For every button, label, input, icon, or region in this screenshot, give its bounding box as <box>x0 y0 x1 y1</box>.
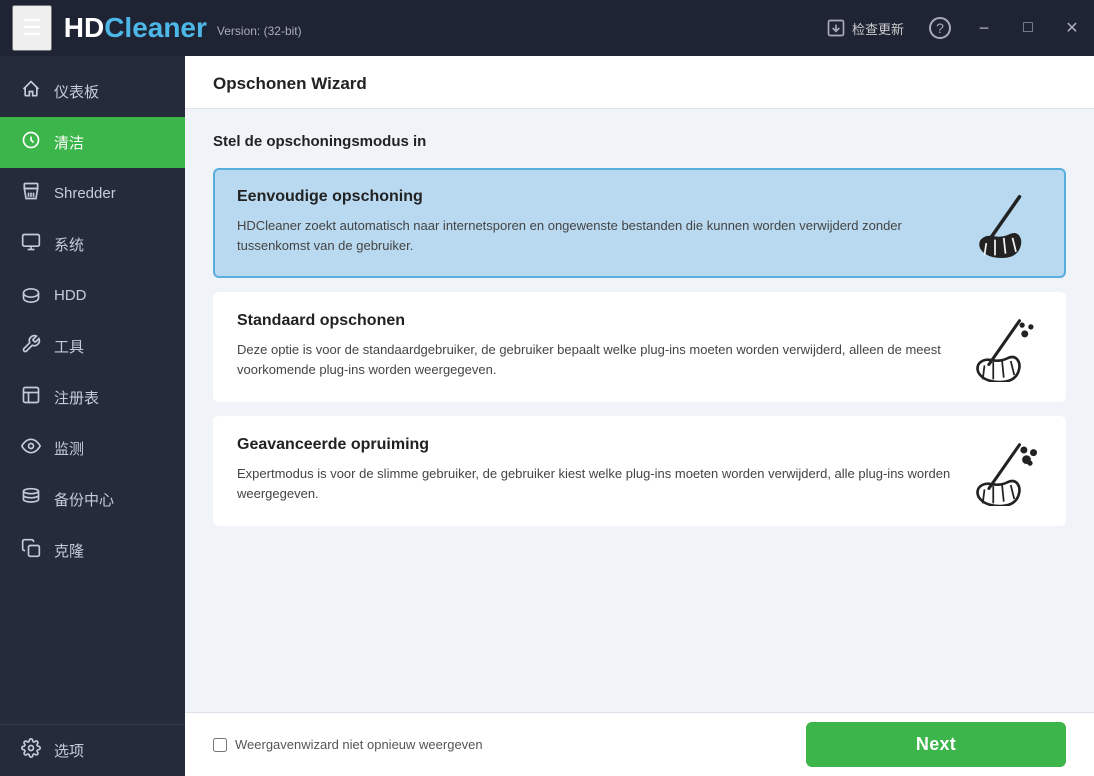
option-card-simple-text: Eenvoudige opschoning HDCleaner zoekt au… <box>237 188 962 255</box>
sidebar-item-clone[interactable]: 克隆 <box>0 525 185 576</box>
menu-button[interactable]: ☰ <box>12 5 52 51</box>
eye-icon <box>20 436 42 461</box>
main-content: Opschonen Wizard Stel de opschoningsmodu… <box>185 56 1094 776</box>
option-card-standard-text: Standaard opschonen Deze optie is voor d… <box>237 312 962 379</box>
sidebar-item-shredder[interactable]: Shredder <box>0 168 185 219</box>
sidebar-label-clean: 清洁 <box>54 132 84 153</box>
maximize-icon: □ <box>1023 19 1033 37</box>
option-advanced-desc: Expertmodus is voor de slimme gebruiker,… <box>237 464 952 503</box>
option-card-advanced-text: Geavanceerde opruiming Expertmodus is vo… <box>237 436 962 503</box>
broom-advanced-icon <box>962 436 1042 506</box>
close-button[interactable]: ✕ <box>1050 0 1094 56</box>
update-label: 检查更新 <box>852 19 904 38</box>
sidebar-item-tools[interactable]: 工具 <box>0 321 185 372</box>
dont-show-label: Weergavenwizard niet opnieuw weergeven <box>235 737 483 752</box>
dont-show-checkbox[interactable] <box>213 738 227 752</box>
hdd-icon <box>20 283 42 308</box>
sidebar-item-options[interactable]: 选项 <box>0 725 185 776</box>
sidebar-label-backup: 备份中心 <box>54 489 114 510</box>
page-title: Opschonen Wizard <box>213 74 1066 94</box>
option-advanced-title: Geavanceerde opruiming <box>237 436 952 454</box>
sidebar-label-hdd: HDD <box>54 287 87 304</box>
clone-icon <box>20 538 42 563</box>
shredder-icon <box>20 181 42 206</box>
sidebar-item-backup[interactable]: 备份中心 <box>0 474 185 525</box>
recycle-icon <box>20 130 42 155</box>
sidebar: 仪表板 清洁 Shredder 系统 HDD <box>0 56 185 776</box>
sidebar-item-clean[interactable]: 清洁 <box>0 117 185 168</box>
page-header: Opschonen Wizard <box>185 56 1094 109</box>
version-label: Version: (32-bit) <box>217 24 302 38</box>
option-card-simple[interactable]: Eenvoudige opschoning HDCleaner zoekt au… <box>213 168 1066 278</box>
sidebar-label-dashboard: 仪表板 <box>54 81 99 102</box>
download-icon <box>826 18 846 38</box>
app-name-hd: HD <box>64 12 104 43</box>
app-name-cleaner: Cleaner <box>104 12 207 43</box>
tools-icon <box>20 334 42 359</box>
sidebar-label-monitor: 监测 <box>54 438 84 459</box>
help-icon: ? <box>929 17 951 39</box>
option-card-standard[interactable]: Standaard opschonen Deze optie is voor d… <box>213 292 1066 402</box>
close-icon: ✕ <box>1065 18 1078 38</box>
minimize-button[interactable]: − <box>962 0 1006 56</box>
minimize-icon: − <box>979 18 990 39</box>
check-update-button[interactable]: 检查更新 <box>812 12 918 44</box>
sidebar-label-system: 系统 <box>54 234 84 255</box>
backup-icon <box>20 487 42 512</box>
option-standard-title: Standaard opschonen <box>237 312 952 330</box>
broom-standard-icon <box>962 312 1042 382</box>
option-standard-desc: Deze optie is voor de standaardgebruiker… <box>237 340 952 379</box>
app-title: HDCleaner <box>64 12 207 44</box>
help-button[interactable]: ? <box>918 0 962 56</box>
registry-icon <box>20 385 42 410</box>
sidebar-bottom: 选项 <box>0 724 185 776</box>
titlebar-actions: 检查更新 ? − □ ✕ <box>812 0 1094 56</box>
sidebar-item-monitor[interactable]: 监测 <box>0 423 185 474</box>
sidebar-label-registry: 注册表 <box>54 387 99 408</box>
maximize-button[interactable]: □ <box>1006 0 1050 56</box>
titlebar: ☰ HDCleaner Version: (32-bit) 检查更新 ? − □… <box>0 0 1094 56</box>
home-icon <box>20 79 42 104</box>
sidebar-label-options: 选项 <box>54 740 84 761</box>
sidebar-item-dashboard[interactable]: 仪表板 <box>0 66 185 117</box>
sidebar-item-system[interactable]: 系统 <box>0 219 185 270</box>
sidebar-item-hdd[interactable]: HDD <box>0 270 185 321</box>
monitor-icon <box>20 232 42 257</box>
sidebar-label-clone: 克隆 <box>54 540 84 561</box>
sidebar-label-tools: 工具 <box>54 336 84 357</box>
checkbox-label[interactable]: Weergavenwizard niet opnieuw weergeven <box>213 737 483 752</box>
options-icon <box>20 738 42 763</box>
option-simple-desc: HDCleaner zoekt automatisch naar interne… <box>237 216 952 255</box>
option-simple-title: Eenvoudige opschoning <box>237 188 952 206</box>
section-subtitle: Stel de opschoningsmodus in <box>213 133 1066 150</box>
wizard-body: Stel de opschoningsmodus in Eenvoudige o… <box>185 109 1094 712</box>
sidebar-item-registry[interactable]: 注册表 <box>0 372 185 423</box>
option-card-advanced[interactable]: Geavanceerde opruiming Expertmodus is vo… <box>213 416 1066 526</box>
footer: Weergavenwizard niet opnieuw weergeven N… <box>185 712 1094 776</box>
sidebar-label-shredder: Shredder <box>54 185 116 202</box>
broom-simple-icon <box>962 188 1042 258</box>
next-button[interactable]: Next <box>806 722 1066 767</box>
layout: 仪表板 清洁 Shredder 系统 HDD <box>0 56 1094 776</box>
